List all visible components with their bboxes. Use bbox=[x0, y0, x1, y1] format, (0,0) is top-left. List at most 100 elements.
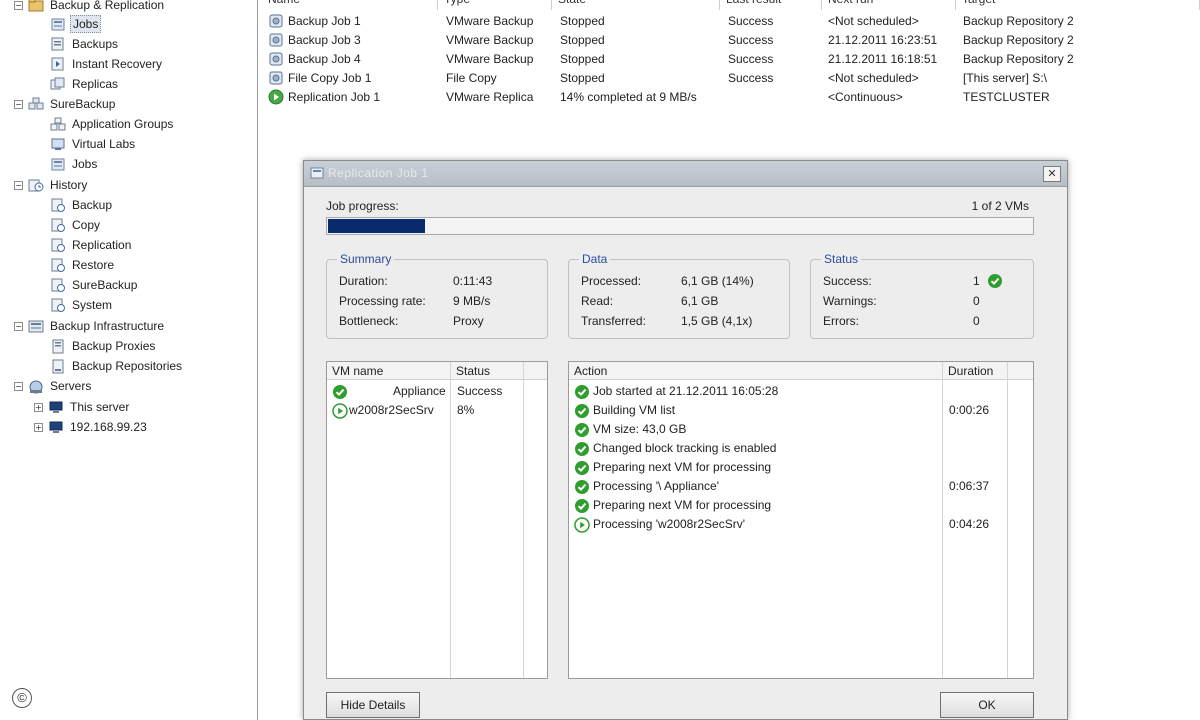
data-processed-value: 6,1 GB (14%) bbox=[681, 274, 754, 288]
tree-node-replication[interactable]: Replication bbox=[50, 235, 133, 255]
column-header-state[interactable]: State bbox=[552, 0, 720, 10]
job-name-cell: Backup Job 1 bbox=[288, 14, 361, 28]
tree-node-application-groups[interactable]: Application Groups bbox=[50, 114, 175, 134]
hide-details-button[interactable]: Hide Details bbox=[326, 692, 420, 718]
summary-bottleneck-label: Bottleneck: bbox=[339, 314, 399, 328]
tree-node-label: Restore bbox=[72, 258, 115, 272]
ok-button[interactable]: OK bbox=[940, 692, 1034, 718]
history-doc-icon bbox=[50, 258, 66, 273]
tree-node-jobs[interactable]: Jobs bbox=[50, 14, 102, 34]
duration-column-header[interactable]: Duration bbox=[943, 364, 993, 378]
action-duration-cell: 0:00:26 bbox=[949, 403, 990, 417]
collapse-icon[interactable]: − bbox=[14, 180, 23, 190]
summary-duration-value: 0:11:43 bbox=[453, 274, 493, 288]
tree-node-backups[interactable]: Backups bbox=[50, 34, 120, 54]
job-row[interactable]: Backup Job 3 VMware Backup Stopped Success 2… bbox=[262, 31, 1200, 50]
column-header-target[interactable]: Target bbox=[956, 0, 1200, 10]
job-target-cell: Backup Repository 2 bbox=[963, 33, 1074, 47]
job-name-cell: File Copy Job 1 bbox=[288, 71, 372, 85]
action-text-cell: Processing '\ Appliance' bbox=[593, 479, 719, 493]
instant-recovery-icon bbox=[50, 57, 66, 72]
tree-node-192-168-99-23[interactable]: +192.168.99.23 bbox=[34, 417, 149, 437]
action-row[interactable]: Building VM list 0:00:26 bbox=[569, 401, 1033, 420]
job-progress-fill bbox=[328, 219, 425, 233]
vm-row[interactable]: w2008r2SecSrv 8% bbox=[327, 401, 547, 420]
job-session-dialog: Replication Job 1 ✕ Job progress: 1 of 2… bbox=[303, 160, 1068, 720]
column-header-last-result[interactable]: Last result bbox=[720, 0, 822, 10]
summary-group: Summary Duration: 0:11:43 Processing rate… bbox=[326, 252, 548, 339]
data-transferred-label: Transferred: bbox=[581, 314, 646, 328]
success-check-icon bbox=[574, 422, 590, 438]
job-row[interactable]: Replication Job 1 VMware Replica 14% compl… bbox=[262, 88, 1200, 107]
tree-node-backup-infrastructure[interactable]: − Backup Infrastructure bbox=[14, 316, 166, 336]
vm-table: VM name Status Appliance Success w2008r2Se… bbox=[326, 361, 548, 679]
tree-node-backup[interactable]: Backup bbox=[50, 195, 114, 215]
status-warnings-label: Warnings: bbox=[823, 294, 877, 308]
tree-node-backup-proxies[interactable]: Backup Proxies bbox=[50, 336, 157, 356]
tree-node-label: Servers bbox=[50, 379, 92, 393]
success-check-icon bbox=[988, 274, 1002, 288]
history-doc-icon bbox=[50, 298, 66, 313]
success-check-icon bbox=[574, 441, 590, 457]
tree-node-virtual-labs[interactable]: Virtual Labs bbox=[50, 134, 137, 154]
column-header-name[interactable]: Name bbox=[262, 0, 438, 10]
data-transferred-value: 1,5 GB (4,1x) bbox=[681, 314, 753, 328]
status-group-title: Status bbox=[821, 252, 862, 266]
history-doc-icon bbox=[50, 278, 66, 293]
tree-node-system[interactable]: System bbox=[50, 295, 114, 315]
tree-node-label: Jobs bbox=[70, 15, 102, 33]
vm-name-column-header[interactable]: VM name bbox=[327, 364, 383, 378]
vm-row[interactable]: Appliance Success bbox=[327, 382, 547, 401]
job-name-cell: Backup Job 4 bbox=[288, 52, 361, 66]
action-column-header[interactable]: Action bbox=[569, 364, 607, 378]
server-icon bbox=[48, 400, 64, 415]
action-row[interactable]: VM size: 43,0 GB bbox=[569, 420, 1033, 439]
tree-node-servers[interactable]: − Servers bbox=[14, 376, 93, 396]
action-text-cell: Changed block tracking is enabled bbox=[593, 441, 777, 455]
expand-icon[interactable]: + bbox=[34, 422, 43, 432]
tree-node-surebackup[interactable]: − SureBackup bbox=[14, 94, 117, 114]
vm-table-header: VM name Status bbox=[327, 362, 547, 380]
job-next-cell: <Not scheduled> bbox=[828, 71, 919, 85]
action-row[interactable]: Job started at 21.12.2011 16:05:28 bbox=[569, 382, 1033, 401]
tree-node-label: Replicas bbox=[72, 77, 119, 91]
action-row[interactable]: Processing 'w2008r2SecSrv' 0:04:26 bbox=[569, 515, 1033, 534]
collapse-icon[interactable]: − bbox=[14, 0, 23, 10]
vm-status-column-header[interactable]: Status bbox=[451, 364, 490, 378]
data-group-title: Data bbox=[579, 252, 611, 266]
column-header-next-run[interactable]: Next run bbox=[822, 0, 956, 10]
action-row[interactable]: Preparing next VM for processing bbox=[569, 458, 1033, 477]
job-target-cell: [This server] S:\ bbox=[963, 71, 1048, 85]
tree-node-label: Instant Recovery bbox=[72, 57, 163, 71]
action-row[interactable]: Processing '\ Appliance' 0:06:37 bbox=[569, 477, 1033, 496]
job-next-cell: <Not scheduled> bbox=[828, 14, 919, 28]
tree-node-surebackup[interactable]: SureBackup bbox=[50, 275, 139, 295]
expand-icon[interactable]: + bbox=[34, 402, 43, 412]
collapse-icon[interactable]: − bbox=[14, 321, 23, 331]
tree-node-history[interactable]: − History bbox=[14, 175, 89, 195]
collapse-icon[interactable]: − bbox=[14, 99, 23, 109]
history-doc-icon bbox=[50, 198, 66, 213]
job-row[interactable]: Backup Job 4 VMware Backup Stopped Success 2… bbox=[262, 50, 1200, 69]
summary-rate-label: Processing rate: bbox=[339, 294, 426, 308]
dialog-title-bar[interactable]: Replication Job 1 ✕ bbox=[304, 161, 1067, 187]
jobs-icon bbox=[50, 157, 66, 172]
tree-node-backup-repositories[interactable]: Backup Repositories bbox=[50, 356, 184, 376]
tree-node-instant-recovery[interactable]: Instant Recovery bbox=[50, 54, 164, 74]
close-button[interactable]: ✕ bbox=[1043, 166, 1061, 182]
tree-node-jobs[interactable]: Jobs bbox=[50, 154, 99, 174]
backup-job-icon bbox=[268, 13, 284, 29]
column-header-type[interactable]: Type bbox=[438, 0, 552, 10]
collapse-icon[interactable]: − bbox=[14, 381, 23, 391]
tree-node-this-server[interactable]: + This server bbox=[34, 397, 131, 417]
job-row[interactable]: File Copy Job 1 File Copy Stopped Success <N… bbox=[262, 69, 1200, 88]
action-row[interactable]: Preparing next VM for processing bbox=[569, 496, 1033, 515]
tree-node-backup-replication[interactable]: − Backup & Replication bbox=[14, 0, 166, 15]
tree-node-restore[interactable]: Restore bbox=[50, 255, 116, 275]
action-row[interactable]: Changed block tracking is enabled bbox=[569, 439, 1033, 458]
data-read-label: Read: bbox=[581, 294, 614, 308]
tree-node-replicas[interactable]: Replicas bbox=[50, 74, 120, 94]
action-duration-cell: 0:04:26 bbox=[949, 517, 990, 531]
job-row[interactable]: Backup Job 1 VMware Backup Stopped Success <… bbox=[262, 12, 1200, 31]
tree-node-copy[interactable]: Copy bbox=[50, 215, 102, 235]
